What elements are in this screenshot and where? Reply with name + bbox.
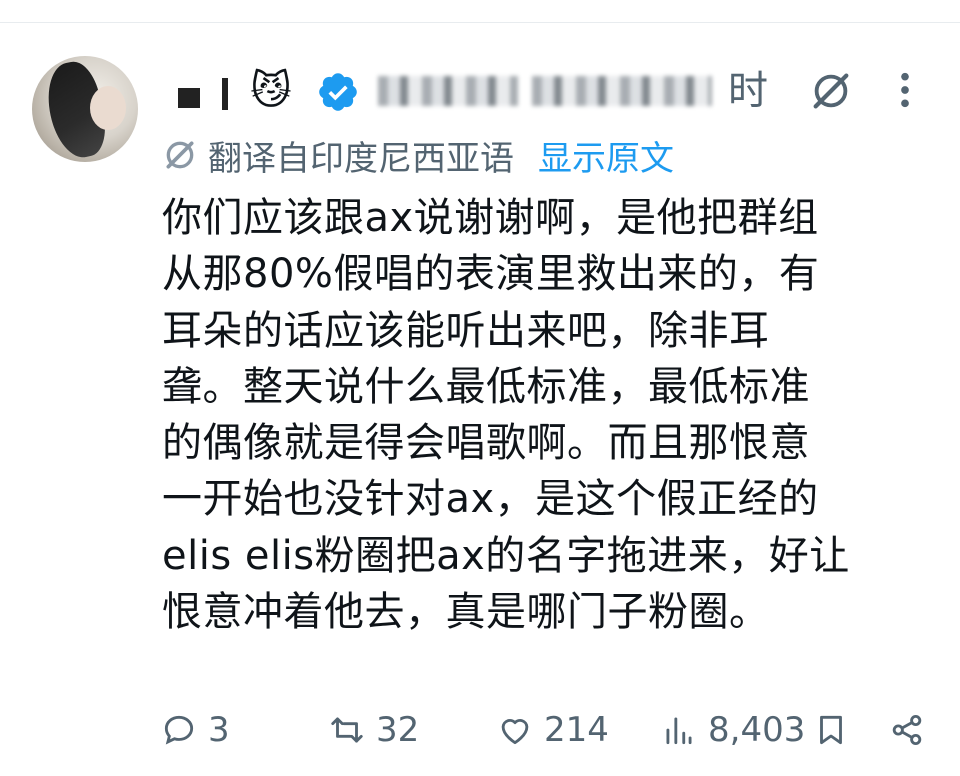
reply-icon: [164, 715, 194, 745]
post-body-line: 从那80%假唱的表演里救出来的，有: [162, 251, 820, 298]
display-name-blurred-2[interactable]: [222, 78, 228, 110]
translate-icon: [166, 141, 194, 169]
handle-blurred-2[interactable]: [532, 76, 712, 106]
post-body-line: 耳朵的话应该能听出来吧，除非耳: [162, 307, 770, 354]
reply-count: 3: [208, 710, 230, 750]
post-header: 😼 时: [160, 60, 960, 120]
share-icon: [892, 714, 922, 746]
post-body-line: 的偶像就是得会唱歌啊。而且那恨意: [162, 420, 810, 467]
heart-icon: [501, 719, 529, 745]
grok-icon[interactable]: [808, 68, 854, 114]
retweet-icon: [331, 717, 363, 743]
post-body-line: elis elis粉圈把ax的名字拖进来，好让: [162, 532, 850, 579]
post-time-suffix[interactable]: 时: [728, 66, 768, 116]
views-icon: [666, 717, 692, 745]
verified-badge-icon: [319, 73, 357, 111]
like-button[interactable]: 214: [496, 708, 609, 752]
translation-row: 翻译自印度尼西亚语 显示原文: [160, 130, 674, 180]
avatar-face: [90, 86, 126, 130]
post-body-line: 你们应该跟ax说谢谢啊，是他把群组: [162, 195, 819, 241]
post-actions: 3 32 214 8,403: [160, 700, 940, 760]
post-body-line: 一开始也没针对ax，是这个假正经的: [162, 476, 819, 523]
cat-emoji-icon: 😼: [250, 68, 292, 114]
show-original-link[interactable]: 显示原文: [538, 131, 674, 180]
views-count: 8,403: [708, 710, 806, 750]
display-name-blurred-1[interactable]: [178, 88, 200, 108]
retweet-button[interactable]: 32: [328, 708, 419, 752]
more-icon[interactable]: [890, 70, 920, 110]
like-count: 214: [544, 710, 609, 750]
post-body-line: 聋。整天说什么最低标准，最低标准: [162, 363, 810, 410]
bookmark-button[interactable]: [812, 708, 860, 752]
avatar[interactable]: [32, 56, 138, 162]
top-divider: [0, 22, 960, 23]
reply-button[interactable]: 3: [160, 708, 230, 752]
retweet-count: 32: [376, 710, 420, 750]
post-body: 你们应该跟ax说谢谢啊，是他把群组 从那80%假唱的表演里救出来的，有 耳朵的话…: [162, 190, 922, 640]
handle-blurred[interactable]: [378, 76, 518, 106]
bookmark-icon: [820, 715, 842, 745]
post-body-line: 恨意冲着他去，真是哪门子粉圈。: [162, 589, 770, 636]
translation-note: 翻译自印度尼西亚语: [208, 138, 514, 179]
views-button[interactable]: 8,403: [660, 708, 805, 752]
share-button[interactable]: [888, 708, 936, 752]
